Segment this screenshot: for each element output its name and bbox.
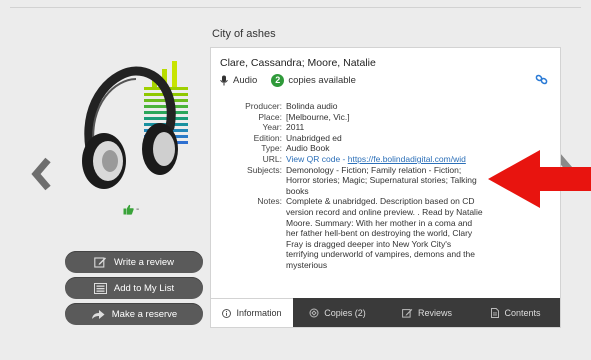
annotation-arrow-icon bbox=[488, 150, 591, 208]
availability: 2 copies available bbox=[271, 73, 356, 87]
copies-icon bbox=[309, 308, 319, 317]
format-label: Audio bbox=[233, 74, 258, 86]
tab-reviews-label: Reviews bbox=[417, 307, 452, 318]
detail-row-place: Place: [Melbourne, Vic.] bbox=[211, 111, 560, 123]
url-value: View QR code - https://fe.bolindadigital… bbox=[286, 154, 484, 165]
thumbs-up-icon bbox=[123, 204, 134, 215]
tab-copies-label: Copies (2) bbox=[324, 307, 366, 318]
edit-icon bbox=[94, 257, 106, 268]
detail-row-edition: Edition: Unabridged ed bbox=[211, 132, 560, 144]
format: Audio bbox=[220, 75, 257, 86]
make-reserve-label: Make a reserve bbox=[111, 308, 178, 320]
tab-copies[interactable]: Copies (2) bbox=[293, 298, 382, 327]
format-availability-line: Audio 2 copies available bbox=[220, 73, 550, 87]
detail-key: Notes: bbox=[257, 196, 282, 207]
write-review-label: Write a review bbox=[113, 256, 174, 268]
detail-value: Bolinda audio bbox=[286, 101, 338, 111]
detail-key: Type: bbox=[261, 143, 282, 154]
add-to-list-label: Add to My List bbox=[113, 282, 175, 294]
detail-value: Audio Book bbox=[286, 143, 330, 154]
previous-arrow-icon[interactable] bbox=[28, 154, 58, 194]
detail-value: Demonology - Fiction; Family relation - … bbox=[286, 164, 477, 196]
info-icon bbox=[222, 308, 232, 318]
link-icon[interactable] bbox=[535, 74, 548, 85]
copies-count-badge: 2 bbox=[271, 73, 285, 87]
tab-information[interactable]: Information bbox=[211, 298, 293, 327]
document-icon bbox=[491, 307, 500, 318]
tab-contents-label: Contents bbox=[504, 307, 541, 318]
detail-row-year: Year: 2011 bbox=[211, 122, 560, 133]
detail-key: Edition: bbox=[253, 132, 282, 143]
detail-key: Producer: bbox=[245, 101, 282, 111]
rating[interactable]: - bbox=[123, 204, 139, 215]
cover-image bbox=[82, 61, 188, 189]
microphone-icon bbox=[220, 75, 228, 85]
detail-value: 2011 bbox=[286, 122, 305, 133]
share-arrow-icon bbox=[91, 309, 105, 319]
detail-row-producer: Producer: Bolinda audio bbox=[211, 101, 560, 112]
list-icon bbox=[93, 282, 107, 294]
detail-value: [Melbourne, Vic.] bbox=[286, 111, 350, 122]
write-review-button[interactable]: Write a review bbox=[65, 251, 203, 273]
make-reserve-button[interactable]: Make a reserve bbox=[65, 303, 203, 325]
tab-contents[interactable]: Contents bbox=[472, 298, 560, 327]
qr-code-link[interactable]: View QR code - bbox=[286, 154, 348, 164]
detail-value: Complete & unabridged. Description based… bbox=[286, 196, 483, 270]
detail-key: Year: bbox=[262, 122, 282, 133]
detail-value: Unabridged ed bbox=[286, 132, 342, 143]
edit-icon bbox=[402, 308, 413, 318]
detail-key: Subjects: bbox=[247, 164, 282, 175]
url-link[interactable]: https://fe.bolindadigital.com/wid bbox=[348, 154, 466, 164]
detail-key: URL: bbox=[262, 153, 282, 164]
headphones-graphic bbox=[82, 66, 178, 189]
tab-information-label: Information bbox=[236, 308, 282, 318]
authors[interactable]: Clare, Cassandra; Moore, Natalie bbox=[220, 57, 376, 69]
detail-key: Place: bbox=[258, 111, 282, 122]
tab-bar: Information Copies (2) Reviews Contents bbox=[211, 298, 560, 327]
add-to-list-button[interactable]: Add to My List bbox=[65, 277, 203, 299]
copies-label: copies available bbox=[288, 74, 356, 86]
book-title: City of ashes bbox=[212, 28, 276, 40]
tab-reviews[interactable]: Reviews bbox=[382, 298, 472, 327]
top-divider bbox=[10, 7, 581, 8]
rating-label: - bbox=[136, 204, 140, 215]
